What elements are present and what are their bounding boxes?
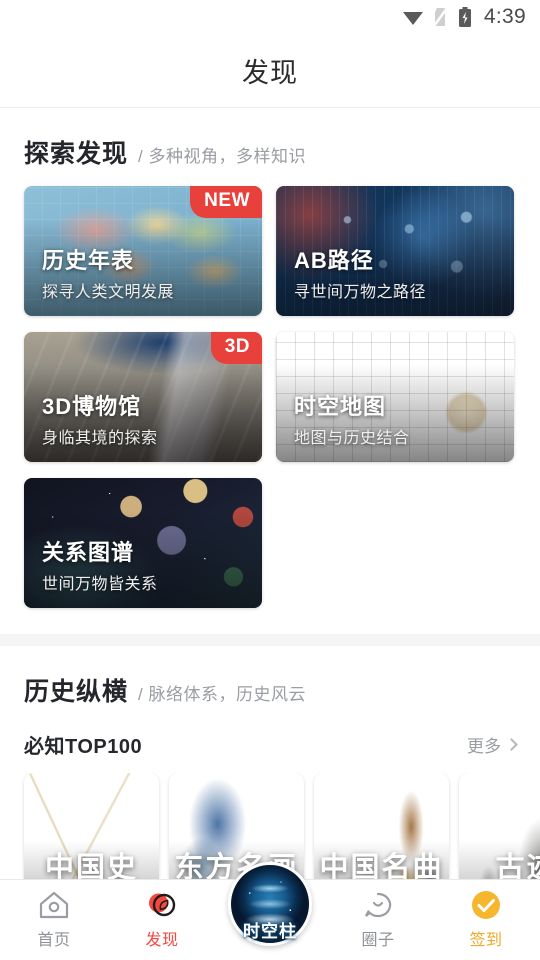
more-link[interactable]: 更多 bbox=[467, 732, 518, 757]
card-badge-new: NEW bbox=[190, 186, 262, 218]
status-bar: 4:39 bbox=[0, 0, 540, 34]
check-badge-icon bbox=[470, 889, 502, 921]
card-text: 时空地图 地图与历史结合 bbox=[294, 393, 410, 449]
tab-label: 时空柱 bbox=[243, 922, 297, 941]
section-divider bbox=[0, 634, 540, 646]
tab-label: 圈子 bbox=[361, 932, 395, 949]
subsection-header-top100: 必知TOP100 更多 bbox=[0, 724, 540, 773]
compass-icon bbox=[145, 889, 179, 921]
section-subtitle: / 多种视角，多样知识 bbox=[138, 147, 306, 166]
more-label: 更多 bbox=[467, 737, 501, 756]
card-subtitle: 地图与历史结合 bbox=[294, 430, 410, 447]
tab-time-pillar[interactable]: 时空柱 bbox=[223, 862, 317, 946]
card-relation-graph[interactable]: 关系图谱 世间万物皆关系 bbox=[24, 478, 262, 608]
battery-charging-icon bbox=[458, 7, 472, 27]
card-title: 历史年表 bbox=[42, 247, 135, 273]
section-title: 探索发现 bbox=[24, 140, 129, 168]
title-bar: 发现 bbox=[0, 34, 540, 108]
card-3d-museum[interactable]: 3D 3D博物馆 身临其境的探索 bbox=[24, 332, 262, 462]
card-title: 时空地图 bbox=[294, 393, 387, 419]
tab-discover[interactable]: 发现 bbox=[108, 880, 216, 950]
tab-checkin[interactable]: 签到 bbox=[432, 880, 540, 950]
card-text: 3D博物馆 身临其境的探索 bbox=[42, 393, 158, 449]
card-text: 历史年表 探寻人类文明发展 bbox=[42, 247, 174, 303]
card-text: 关系图谱 世间万物皆关系 bbox=[42, 539, 158, 595]
tab-home[interactable]: 首页 bbox=[0, 880, 108, 950]
card-ab-path[interactable]: AB路径 寻世间万物之路径 bbox=[276, 186, 514, 316]
card-subtitle: 世间万物皆关系 bbox=[42, 576, 158, 593]
section-header-history: 历史纵横 / 脉络体系，历史风云 bbox=[0, 646, 540, 724]
chat-circle-icon bbox=[362, 889, 394, 921]
discover-screen: 4:39 发现 探索发现 / 多种视角，多样知识 NEW 历史年表 探寻人类文明… bbox=[0, 0, 540, 960]
card-title: AB路径 bbox=[294, 247, 374, 273]
subsection-title: 必知TOP100 bbox=[24, 736, 143, 758]
card-subtitle: 寻世间万物之路径 bbox=[294, 284, 427, 301]
card-subtitle: 探寻人类文明发展 bbox=[42, 284, 175, 301]
wifi-icon bbox=[402, 8, 424, 26]
page-title: 发现 bbox=[242, 58, 298, 88]
section-title: 历史纵横 bbox=[24, 678, 129, 706]
tab-label: 首页 bbox=[37, 932, 71, 949]
status-time: 4:39 bbox=[483, 5, 526, 28]
tab-circle[interactable]: 圈子 bbox=[324, 880, 432, 950]
chevron-right-icon bbox=[505, 738, 518, 751]
card-title: 3D博物馆 bbox=[42, 393, 142, 419]
card-badge-3d: 3D bbox=[210, 332, 262, 364]
card-text: AB路径 寻世间万物之路径 bbox=[294, 247, 426, 303]
card-title: 关系图谱 bbox=[42, 539, 135, 565]
explore-card-grid: NEW 历史年表 探寻人类文明发展 AB路径 寻世间万物之路径 3D 3D博物馆… bbox=[0, 186, 540, 608]
card-subtitle: 身临其境的探索 bbox=[42, 430, 158, 447]
section-subtitle: / 脉络体系，历史风云 bbox=[138, 685, 306, 704]
card-history-timeline[interactable]: NEW 历史年表 探寻人类文明发展 bbox=[24, 186, 262, 316]
tab-label: 签到 bbox=[469, 932, 503, 949]
section-header-explore: 探索发现 / 多种视角，多样知识 bbox=[0, 108, 540, 186]
tab-label: 发现 bbox=[145, 932, 179, 949]
card-spacetime-map[interactable]: 时空地图 地图与历史结合 bbox=[276, 332, 514, 462]
sim-card-off-icon bbox=[432, 7, 449, 27]
home-icon bbox=[38, 889, 70, 921]
